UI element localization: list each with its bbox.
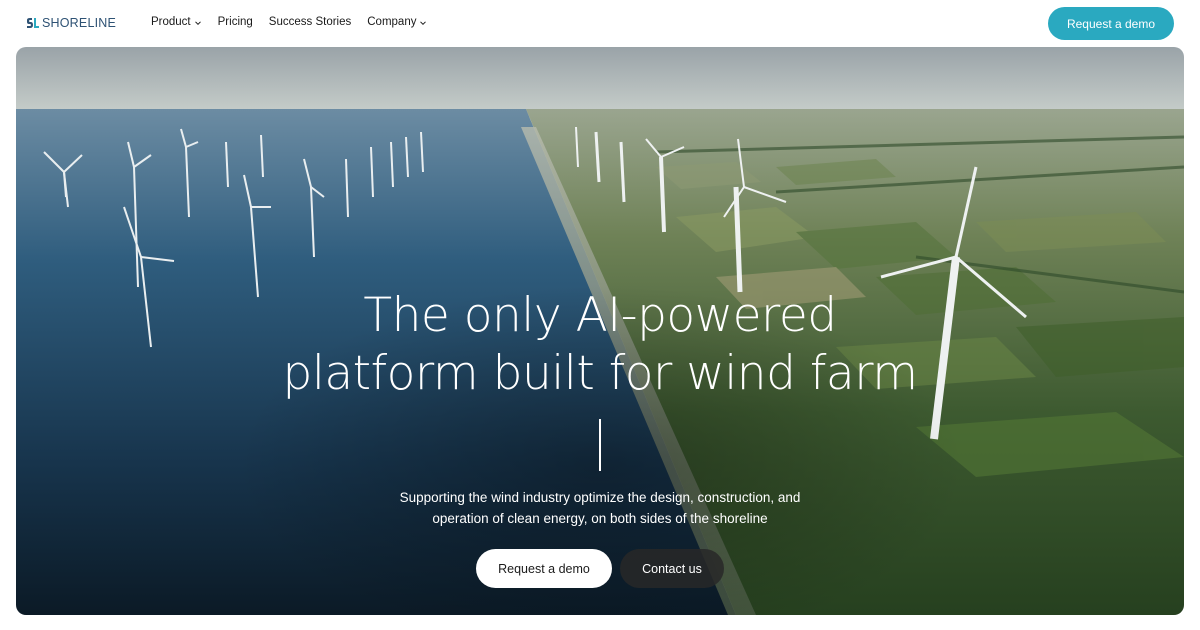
nav-item-label: Company — [367, 16, 417, 28]
nav-item-label: Success Stories — [268, 16, 352, 28]
hero-subtitle-line: Supporting the wind industry optimize th… — [399, 490, 801, 505]
nav-item-company[interactable]: Company — [367, 16, 427, 28]
site-header: SHORELINE Product Pricing Success Storie… — [0, 0, 1200, 46]
contact-us-button[interactable]: Contact us — [620, 549, 724, 588]
nav-item-success-stories[interactable]: Success Stories — [269, 16, 351, 28]
brand-name: SHORELINE — [42, 16, 117, 30]
nav-item-product[interactable]: Product — [151, 16, 202, 28]
main-nav: Product Pricing Success Stories Company — [151, 16, 427, 28]
nav-item-label: Pricing — [217, 16, 253, 28]
nav-item-label: Product — [151, 16, 191, 28]
request-demo-button-header[interactable]: Request a demo — [1048, 7, 1174, 40]
request-demo-button[interactable]: Request a demo — [476, 549, 612, 588]
chevron-down-icon — [420, 20, 427, 25]
hero-section: The only AI-powered platform built for w… — [16, 47, 1184, 615]
hero-heading: The only AI-powered platform built for w… — [200, 287, 1000, 403]
chevron-down-icon — [194, 20, 201, 25]
hero-subtitle-line: operation of clean energy, on both sides… — [432, 511, 768, 526]
hero-heading-line: The only AI-powered — [363, 288, 837, 343]
brand-logo[interactable]: SHORELINE — [26, 15, 116, 31]
hero-divider — [599, 419, 601, 471]
shoreline-logo-icon — [27, 18, 39, 28]
hero-subtitle: Supporting the wind industry optimize th… — [350, 487, 850, 529]
hero-heading-line: platform built for wind farm — [282, 346, 918, 401]
nav-item-pricing[interactable]: Pricing — [218, 16, 253, 28]
